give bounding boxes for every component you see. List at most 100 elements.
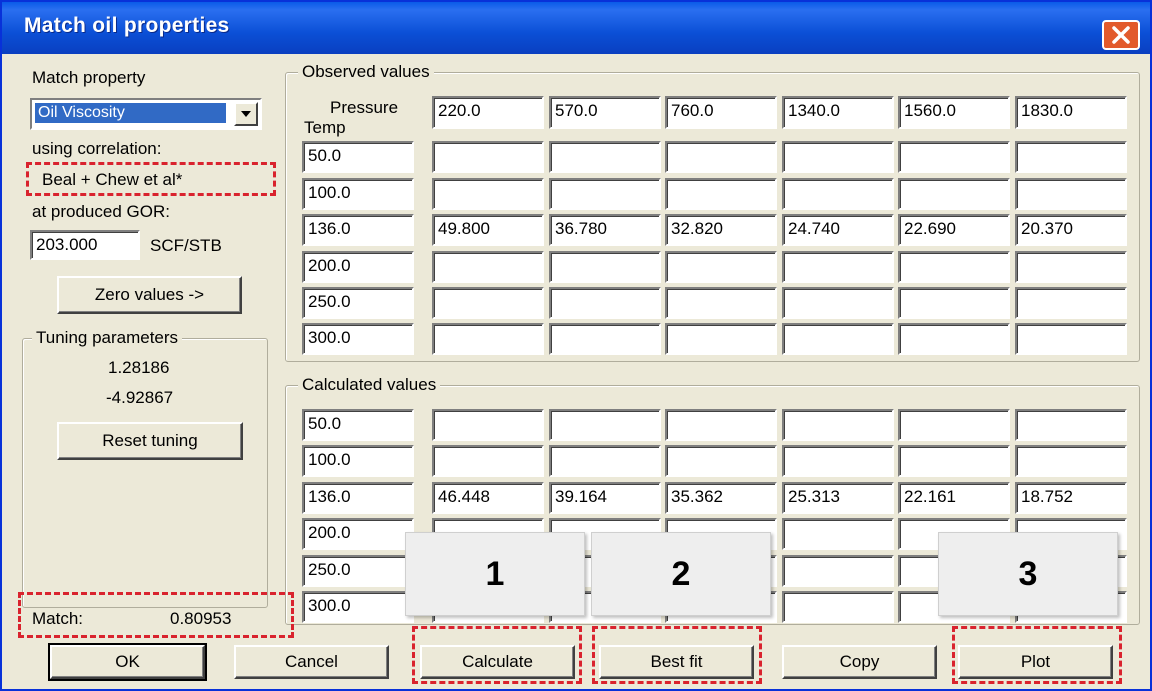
observed-value-cell[interactable] bbox=[898, 287, 1010, 319]
observed-value-cell[interactable] bbox=[782, 287, 894, 319]
temperature-field[interactable]: 136.0 bbox=[302, 214, 414, 246]
observed-value-cell[interactable] bbox=[782, 141, 894, 173]
close-icon bbox=[1112, 26, 1130, 44]
pressure-field[interactable]: 570.0 bbox=[549, 96, 661, 129]
pressure-field[interactable]: 1560.0 bbox=[898, 96, 1010, 129]
calculated-value-cell[interactable] bbox=[665, 445, 777, 477]
observed-value-cell[interactable] bbox=[1015, 323, 1127, 355]
observed-value-cell[interactable] bbox=[665, 287, 777, 319]
match-property-value: Oil Viscosity bbox=[35, 103, 226, 123]
calculated-value-cell[interactable] bbox=[432, 409, 544, 441]
observed-value-cell[interactable] bbox=[898, 178, 1010, 210]
tuning-parameters-group bbox=[22, 338, 268, 608]
zero-values-button[interactable]: Zero values -> bbox=[57, 276, 242, 314]
calculated-value-cell[interactable] bbox=[782, 445, 894, 477]
gor-field[interactable]: 203.000 bbox=[30, 230, 140, 260]
observed-value-cell[interactable] bbox=[898, 141, 1010, 173]
calculated-value-cell[interactable]: 39.164 bbox=[549, 482, 661, 514]
observed-value-cell[interactable] bbox=[665, 323, 777, 355]
temperature-field[interactable]: 100.0 bbox=[302, 178, 414, 210]
temperature-field[interactable]: 136.0 bbox=[302, 482, 414, 514]
calculated-value-cell[interactable] bbox=[782, 518, 894, 550]
calculated-value-cell[interactable] bbox=[549, 445, 661, 477]
observed-value-cell[interactable] bbox=[782, 251, 894, 283]
observed-value-cell[interactable] bbox=[549, 178, 661, 210]
best-fit-highlight bbox=[592, 626, 762, 684]
copy-button[interactable]: Copy bbox=[782, 645, 937, 679]
close-button[interactable] bbox=[1102, 20, 1140, 50]
using-correlation-label: using correlation: bbox=[32, 139, 162, 158]
observed-value-cell[interactable] bbox=[432, 287, 544, 319]
observed-value-cell[interactable]: 49.800 bbox=[432, 214, 544, 246]
reset-tuning-button[interactable]: Reset tuning bbox=[57, 422, 243, 460]
observed-value-cell[interactable] bbox=[549, 323, 661, 355]
temperature-field[interactable]: 200.0 bbox=[302, 251, 414, 283]
observed-value-cell[interactable] bbox=[898, 251, 1010, 283]
chevron-down-icon bbox=[241, 111, 251, 117]
observed-value-cell[interactable] bbox=[549, 141, 661, 173]
match-property-select[interactable]: Oil Viscosity bbox=[30, 98, 262, 130]
calculated-value-cell[interactable] bbox=[782, 555, 894, 587]
match-oil-properties-dialog: Match oil properties Match property Oil … bbox=[0, 0, 1152, 691]
correlation-highlight bbox=[26, 162, 276, 196]
observed-value-cell[interactable] bbox=[665, 178, 777, 210]
pressure-field[interactable]: 1340.0 bbox=[782, 96, 894, 129]
observed-value-cell[interactable] bbox=[1015, 141, 1127, 173]
calculated-value-cell[interactable]: 46.448 bbox=[432, 482, 544, 514]
observed-value-cell[interactable]: 36.780 bbox=[549, 214, 661, 246]
dropdown-button[interactable] bbox=[234, 102, 258, 126]
temperature-field[interactable]: 50.0 bbox=[302, 409, 414, 441]
observed-value-cell[interactable]: 22.690 bbox=[898, 214, 1010, 246]
calculated-value-cell[interactable] bbox=[1015, 445, 1127, 477]
temperature-field[interactable]: 250.0 bbox=[302, 555, 414, 587]
observed-value-cell[interactable] bbox=[549, 287, 661, 319]
tuning-parameters-title: Tuning parameters bbox=[32, 328, 183, 348]
observed-value-cell[interactable]: 32.820 bbox=[665, 214, 777, 246]
callout-2: 2 bbox=[591, 532, 771, 616]
calculated-value-cell[interactable]: 25.313 bbox=[782, 482, 894, 514]
pressure-field[interactable]: 760.0 bbox=[665, 96, 777, 129]
calculated-value-cell[interactable] bbox=[549, 409, 661, 441]
title-bar[interactable]: Match oil properties bbox=[2, 2, 1150, 54]
calculated-value-cell[interactable] bbox=[782, 409, 894, 441]
temperature-field[interactable]: 50.0 bbox=[302, 141, 414, 173]
ok-button[interactable]: OK bbox=[48, 643, 207, 681]
calculated-value-cell[interactable] bbox=[432, 445, 544, 477]
calculated-value-cell[interactable] bbox=[665, 409, 777, 441]
calculated-value-cell[interactable] bbox=[898, 445, 1010, 477]
calculated-values-title: Calculated values bbox=[298, 375, 441, 395]
temperature-field[interactable]: 100.0 bbox=[302, 445, 414, 477]
temperature-field[interactable]: 200.0 bbox=[302, 518, 414, 550]
observed-value-cell[interactable] bbox=[782, 178, 894, 210]
observed-value-cell[interactable] bbox=[898, 323, 1010, 355]
observed-value-cell[interactable] bbox=[432, 178, 544, 210]
observed-value-cell[interactable] bbox=[1015, 178, 1127, 210]
pressure-field[interactable]: 1830.0 bbox=[1015, 96, 1127, 129]
observed-value-cell[interactable] bbox=[432, 141, 544, 173]
calculated-value-cell[interactable] bbox=[1015, 409, 1127, 441]
observed-value-cell[interactable] bbox=[1015, 251, 1127, 283]
observed-value-cell[interactable] bbox=[665, 251, 777, 283]
window-title: Match oil properties bbox=[24, 14, 230, 37]
observed-value-cell[interactable] bbox=[665, 141, 777, 173]
observed-values-title: Observed values bbox=[298, 62, 434, 82]
observed-value-cell[interactable] bbox=[432, 323, 544, 355]
cancel-button[interactable]: Cancel bbox=[234, 645, 389, 679]
observed-value-cell[interactable] bbox=[1015, 287, 1127, 319]
calculated-value-cell[interactable]: 35.362 bbox=[665, 482, 777, 514]
observed-value-cell[interactable] bbox=[432, 251, 544, 283]
temperature-field[interactable]: 300.0 bbox=[302, 323, 414, 355]
observed-value-cell[interactable]: 20.370 bbox=[1015, 214, 1127, 246]
observed-value-cell[interactable] bbox=[549, 251, 661, 283]
temperature-field[interactable]: 250.0 bbox=[302, 287, 414, 319]
plot-highlight bbox=[952, 626, 1122, 684]
match-highlight bbox=[18, 592, 294, 638]
calculated-value-cell[interactable]: 22.161 bbox=[898, 482, 1010, 514]
observed-value-cell[interactable] bbox=[782, 323, 894, 355]
calculated-value-cell[interactable] bbox=[898, 409, 1010, 441]
calculated-value-cell[interactable]: 18.752 bbox=[1015, 482, 1127, 514]
calculated-value-cell[interactable] bbox=[782, 591, 894, 623]
temperature-field[interactable]: 300.0 bbox=[302, 591, 414, 623]
pressure-field[interactable]: 220.0 bbox=[432, 96, 544, 129]
observed-value-cell[interactable]: 24.740 bbox=[782, 214, 894, 246]
